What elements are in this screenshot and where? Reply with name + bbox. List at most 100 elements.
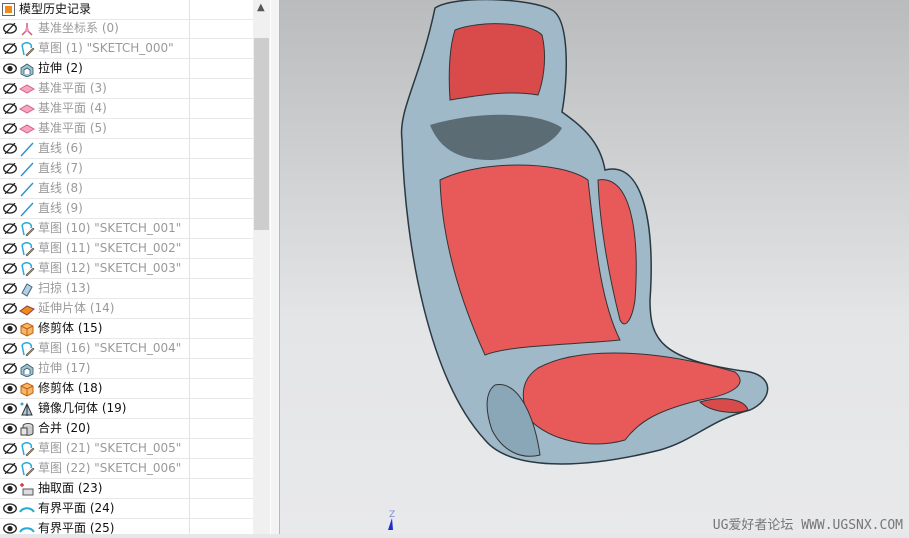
history-item-label: 基准平面 (4) — [38, 101, 107, 115]
history-item-label: 草图 (10) "SKETCH_001" — [38, 221, 182, 235]
column-divider — [189, 79, 190, 99]
history-item-label: 有界平面 (25) — [38, 521, 115, 534]
column-divider — [189, 179, 190, 199]
column-divider — [189, 519, 190, 534]
history-item[interactable]: 草图 (11) "SKETCH_002" — [0, 239, 253, 259]
eye-hidden-icon[interactable] — [3, 363, 17, 374]
model-history-panel: 模型历史记录 基准坐标系 (0) 草图 (1) "SKETCH_000" 拉伸 (2… — [0, 0, 271, 534]
history-item[interactable]: 草图 (22) "SKETCH_006" — [0, 459, 253, 479]
column-divider — [189, 379, 190, 399]
history-item[interactable]: 直线 (6) — [0, 139, 253, 159]
history-item-label: 抽取面 (23) — [38, 481, 103, 495]
column-divider — [189, 399, 190, 419]
line-icon — [20, 142, 34, 157]
eye-hidden-icon[interactable] — [3, 283, 17, 294]
eye-hidden-icon[interactable] — [3, 183, 17, 194]
eye-icon[interactable] — [3, 323, 17, 334]
history-item[interactable]: 修剪体 (18) — [0, 379, 253, 399]
eye-hidden-icon[interactable] — [3, 123, 17, 134]
vertical-scrollbar[interactable]: ▲ — [253, 0, 270, 534]
scrollbar-thumb[interactable] — [254, 38, 269, 230]
extract-face-icon — [20, 483, 34, 496]
eye-hidden-icon[interactable] — [3, 223, 17, 234]
column-divider — [189, 459, 190, 479]
eye-hidden-icon[interactable] — [3, 23, 17, 34]
graphics-viewport[interactable]: Z UG爱好者论坛 WWW.UGSNX.COM — [280, 0, 909, 534]
history-item-label: 基准平面 (5) — [38, 121, 107, 135]
seat-model — [388, 0, 769, 530]
history-item[interactable]: 修剪体 (15) — [0, 319, 253, 339]
trim-body-icon — [20, 322, 34, 337]
history-item[interactable]: 扫掠 (13) — [0, 279, 253, 299]
column-divider — [189, 39, 190, 59]
eye-icon[interactable] — [3, 403, 17, 414]
history-item[interactable]: 抽取面 (23) — [0, 479, 253, 499]
watermark: UG爱好者论坛 WWW.UGSNX.COM — [712, 518, 903, 533]
eye-hidden-icon[interactable] — [3, 303, 17, 314]
eye-hidden-icon[interactable] — [3, 163, 17, 174]
history-item[interactable]: 草图 (1) "SKETCH_000" — [0, 39, 253, 59]
history-item[interactable]: 草图 (10) "SKETCH_001" — [0, 219, 253, 239]
history-item[interactable]: 基准平面 (3) — [0, 79, 253, 99]
sketch-icon — [21, 442, 35, 457]
history-item-label: 修剪体 (18) — [38, 381, 103, 395]
eye-hidden-icon[interactable] — [3, 463, 17, 474]
history-item-label: 扫掠 (13) — [38, 281, 91, 295]
column-divider — [189, 199, 190, 219]
eye-icon[interactable] — [3, 423, 17, 434]
unite-icon — [20, 423, 34, 436]
history-item[interactable]: 拉伸 (17) — [0, 359, 253, 379]
column-divider — [189, 159, 190, 179]
history-item[interactable]: 草图 (21) "SKETCH_005" — [0, 439, 253, 459]
sketch-icon — [21, 222, 35, 237]
eye-hidden-icon[interactable] — [3, 263, 17, 274]
history-item-label: 拉伸 (2) — [38, 61, 83, 75]
eye-hidden-icon[interactable] — [3, 343, 17, 354]
column-divider — [189, 99, 190, 119]
eye-hidden-icon[interactable] — [3, 243, 17, 254]
history-item-label: 直线 (7) — [38, 161, 83, 175]
history-item[interactable]: 有界平面 (24) — [0, 499, 253, 519]
eye-icon[interactable] — [3, 503, 17, 514]
model-history-header[interactable]: 模型历史记录 — [0, 0, 253, 20]
history-item[interactable]: 直线 (8) — [0, 179, 253, 199]
eye-hidden-icon[interactable] — [3, 83, 17, 94]
eye-hidden-icon[interactable] — [3, 443, 17, 454]
column-divider — [189, 59, 190, 79]
eye-hidden-icon[interactable] — [3, 143, 17, 154]
history-item[interactable]: 拉伸 (2) — [0, 59, 253, 79]
datum-plane-icon — [19, 124, 35, 134]
column-divider — [189, 219, 190, 239]
trim-body-icon — [20, 382, 34, 397]
history-item[interactable]: 基准平面 (5) — [0, 119, 253, 139]
history-item[interactable]: 有界平面 (25) — [0, 519, 253, 534]
history-item[interactable]: 基准坐标系 (0) — [0, 19, 253, 39]
history-item-label: 直线 (9) — [38, 201, 83, 215]
eye-hidden-icon[interactable] — [3, 43, 17, 54]
history-item-label: 草图 (21) "SKETCH_005" — [38, 441, 182, 455]
scroll-up-icon[interactable]: ▲ — [257, 2, 265, 13]
column-divider — [189, 359, 190, 379]
eye-icon[interactable] — [3, 483, 17, 494]
datum-plane-icon — [19, 104, 35, 114]
history-item-label: 草图 (11) "SKETCH_002" — [38, 241, 182, 255]
panel-splitter[interactable] — [271, 0, 280, 534]
axis-label-z: Z — [389, 510, 396, 520]
history-item[interactable]: 合并 (20) — [0, 419, 253, 439]
history-item[interactable]: 直线 (7) — [0, 159, 253, 179]
eye-icon[interactable] — [3, 63, 17, 74]
line-icon — [20, 162, 34, 177]
history-item[interactable]: 直线 (9) — [0, 199, 253, 219]
column-divider — [189, 239, 190, 259]
eye-icon[interactable] — [3, 523, 17, 534]
eye-hidden-icon[interactable] — [3, 203, 17, 214]
eye-hidden-icon[interactable] — [3, 103, 17, 114]
history-item[interactable]: 草图 (16) "SKETCH_004" — [0, 339, 253, 359]
history-item[interactable]: 延伸片体 (14) — [0, 299, 253, 319]
history-folder-icon — [2, 3, 15, 16]
column-divider — [189, 319, 190, 339]
eye-icon[interactable] — [3, 383, 17, 394]
history-item[interactable]: 镜像几何体 (19) — [0, 399, 253, 419]
history-item[interactable]: 基准平面 (4) — [0, 99, 253, 119]
history-item[interactable]: 草图 (12) "SKETCH_003" — [0, 259, 253, 279]
